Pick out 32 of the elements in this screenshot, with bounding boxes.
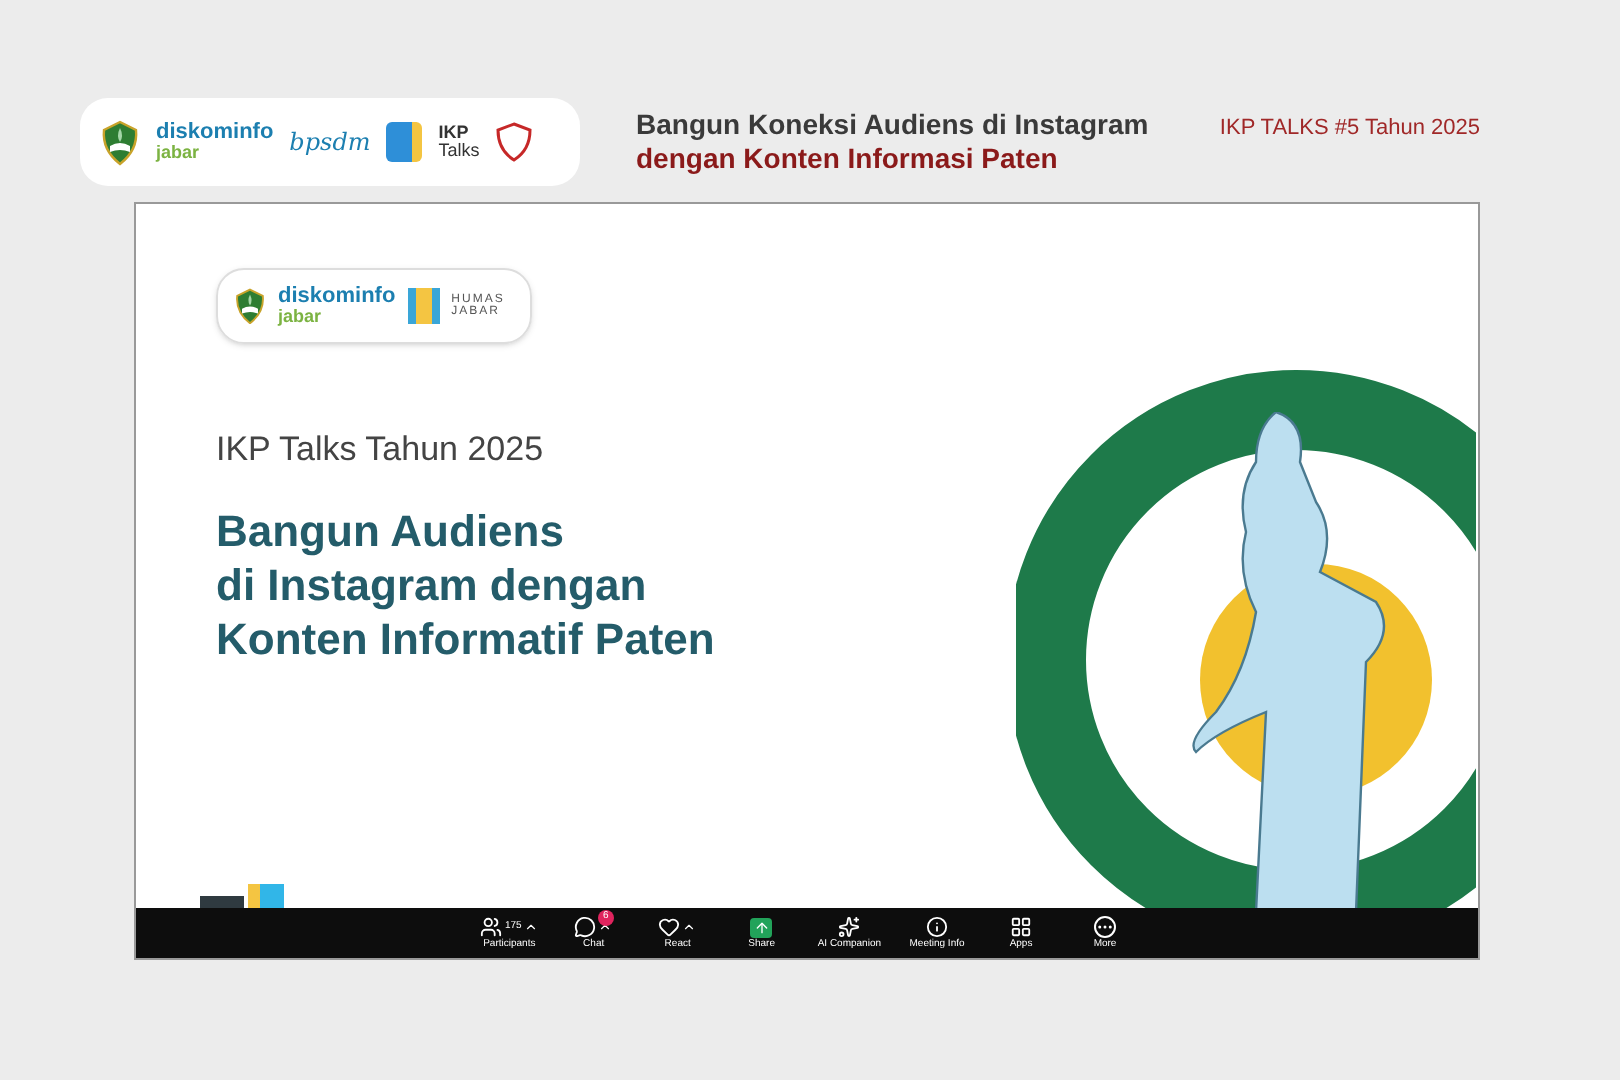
ikp-logo-icon [386, 122, 423, 162]
jabar-logo-text: jabar [278, 308, 324, 326]
apps-icon [1010, 916, 1033, 938]
people-icon [480, 916, 503, 938]
banner-subtitle: dengan Konten Informasi Paten [636, 142, 1060, 176]
caret-icon [598, 920, 613, 934]
share-icon [750, 917, 773, 937]
jabar-logo-text: jabar [156, 144, 202, 162]
chat-icon [574, 916, 597, 938]
corner-logo-icon [200, 896, 244, 908]
ikp-logo-text: IKP [438, 124, 471, 142]
banner-title: Bangun Koneksi Audiens di Instagram [636, 108, 1149, 142]
crest-logo-icon [100, 119, 140, 165]
humas-logo-icon [407, 288, 440, 324]
slide-subtitle: IKP Talks Tahun 2025 [216, 428, 546, 472]
slide-title: Konten Informatif Paten [216, 611, 717, 665]
more-icon [1094, 916, 1117, 938]
caret-icon [682, 920, 697, 934]
shield-logo-icon [495, 122, 532, 162]
slide-title: di Instagram dengan [216, 557, 649, 611]
event-label: IKP TALKS #5 Tahun 2025 [1219, 114, 1480, 144]
slide-title: Bangun Audiens [216, 503, 566, 557]
heart-icon [658, 916, 681, 938]
diskominfo-logo-text: diskominfo [278, 286, 396, 308]
info-icon [926, 916, 949, 938]
color-blocks-icon [248, 884, 284, 908]
sparkle-icon [838, 916, 861, 938]
bpsdm-logo-text: bpsdm [289, 126, 371, 160]
caret-icon [523, 920, 538, 934]
crest-logo-icon [234, 287, 266, 325]
diskominfo-logo-text: diskominfo [156, 122, 274, 144]
talks-logo-text: Talks [438, 142, 480, 160]
